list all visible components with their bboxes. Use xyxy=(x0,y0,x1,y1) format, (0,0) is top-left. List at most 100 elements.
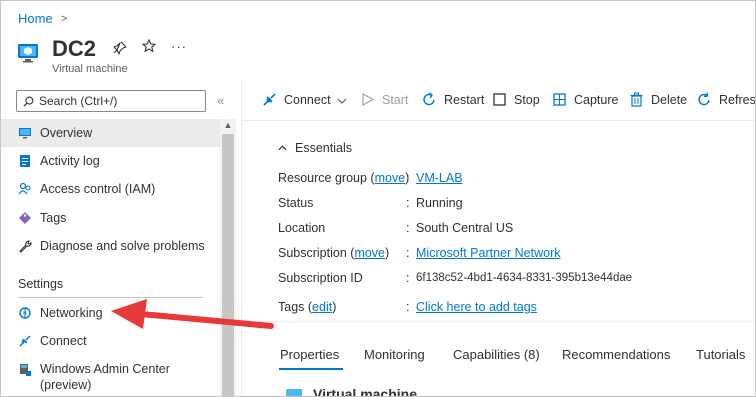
nav-item-label: Networking xyxy=(40,306,103,320)
tab-capabilities[interactable]: Capabilities (8) xyxy=(453,347,540,362)
nav-item-access-control[interactable]: Access control (IAM) xyxy=(1,175,220,203)
breadcrumb-home-link[interactable]: Home xyxy=(18,11,53,26)
connect-label: Connect xyxy=(284,92,331,107)
tab-properties[interactable]: Properties xyxy=(280,347,339,362)
search-input[interactable] xyxy=(39,94,199,108)
capture-button[interactable]: Capture xyxy=(552,92,618,107)
portal-frame: Home > DC2 Virtual machine ··· « Overvie… xyxy=(0,0,756,397)
stop-icon xyxy=(492,92,507,107)
nav-item-networking[interactable]: Networking xyxy=(1,299,220,327)
chevron-down-icon xyxy=(337,93,347,107)
tags-label-text: Tags xyxy=(278,300,305,314)
stop-button[interactable]: Stop xyxy=(492,92,540,107)
subscription-move-link[interactable]: move xyxy=(354,246,385,260)
resource-group-label: Resource group (move) xyxy=(278,171,410,185)
status-label: Status xyxy=(278,196,314,210)
essentials-toggle[interactable]: Essentials xyxy=(278,141,352,155)
delete-button[interactable]: Delete xyxy=(629,92,687,107)
nav-item-label: Activity log xyxy=(40,154,100,168)
subscription-value-link[interactable]: Microsoft Partner Network xyxy=(416,246,560,260)
admin-center-icon xyxy=(18,363,32,377)
start-label: Start xyxy=(382,92,409,107)
page-title: DC2 xyxy=(52,36,97,61)
nav-divider xyxy=(18,297,203,298)
nav-section-settings: Settings xyxy=(18,277,64,291)
tags-edit-link[interactable]: edit xyxy=(312,300,332,314)
refresh-icon xyxy=(697,92,712,107)
wrench-icon xyxy=(18,239,32,253)
nav-scrollbar-thumb[interactable] xyxy=(222,134,234,396)
capture-icon xyxy=(552,92,567,107)
tags-label: Tags (edit) xyxy=(278,300,337,314)
nav-item-label-secondary: (preview) xyxy=(40,378,92,392)
tag-icon xyxy=(18,211,32,225)
start-button[interactable]: Start xyxy=(360,92,408,107)
command-bar: Connect Start Restart Stop Capture Delet… xyxy=(242,81,756,121)
virtual-machine-icon xyxy=(18,44,38,63)
breadcrumb-separator: > xyxy=(60,12,68,25)
stop-label: Stop xyxy=(514,92,540,107)
restart-icon xyxy=(422,92,437,107)
nav-item-label: Tags xyxy=(40,211,67,225)
refresh-label: Refresh xyxy=(719,92,756,107)
nav-item-label: Connect xyxy=(40,334,87,348)
play-icon xyxy=(360,92,375,107)
search-box[interactable] xyxy=(16,90,206,112)
chevron-up-icon xyxy=(278,143,287,154)
restart-button[interactable]: Restart xyxy=(422,92,484,107)
tab-tutorials[interactable]: Tutorials xyxy=(696,347,745,362)
subscription-label-text: Subscription xyxy=(278,246,347,260)
add-tags-link[interactable]: Click here to add tags xyxy=(416,300,537,314)
colon: : xyxy=(406,196,410,210)
nav-item-connect[interactable]: Connect xyxy=(1,327,220,355)
nav-item-label: Overview xyxy=(40,126,93,140)
subscription-id-value: 6f138c52-4bd1-4634-8331-395b13e44dae xyxy=(416,272,633,284)
more-options-button[interactable]: ··· xyxy=(171,39,187,54)
content-divider xyxy=(259,321,755,322)
colon: : xyxy=(406,171,410,185)
pin-icon[interactable] xyxy=(113,41,127,55)
colon: : xyxy=(406,300,410,314)
tab-recommendations[interactable]: Recommendations xyxy=(562,347,670,362)
favorite-star-icon[interactable] xyxy=(142,39,156,53)
connect-icon xyxy=(18,334,32,348)
delete-label: Delete xyxy=(651,92,688,107)
nav-item-activity-log[interactable]: Activity log xyxy=(1,147,220,175)
resource-menu: Overview Activity log Access control (IA… xyxy=(1,119,220,396)
search-icon xyxy=(23,96,34,107)
collapse-menu-button[interactable]: « xyxy=(217,93,224,108)
people-icon xyxy=(18,182,32,196)
page-subtitle: Virtual machine xyxy=(52,63,128,75)
restart-label: Restart xyxy=(444,92,485,107)
section-title: Virtual machine xyxy=(313,386,418,397)
colon: : xyxy=(406,246,410,260)
nav-item-diagnose[interactable]: Diagnose and solve problems xyxy=(1,232,220,260)
monitor-icon xyxy=(18,126,32,140)
activity-log-icon xyxy=(18,154,32,168)
pane-divider xyxy=(241,81,242,396)
refresh-button[interactable]: Refresh xyxy=(697,92,756,107)
capture-label: Capture xyxy=(574,92,619,107)
networking-icon xyxy=(18,306,32,320)
location-value: South Central US xyxy=(416,221,514,235)
colon: : xyxy=(406,221,410,235)
colon: : xyxy=(406,271,410,285)
scroll-up-icon[interactable]: ▲ xyxy=(222,118,234,132)
connect-plug-icon xyxy=(262,92,277,107)
connect-button[interactable]: Connect xyxy=(262,92,347,107)
nav-item-overview[interactable]: Overview xyxy=(1,119,220,147)
tab-monitoring[interactable]: Monitoring xyxy=(364,347,425,362)
nav-item-label: Access control (IAM) xyxy=(40,182,156,196)
active-tab-indicator xyxy=(279,368,343,370)
nav-item-label: Diagnose and solve problems xyxy=(40,239,205,253)
breadcrumb: Home > xyxy=(18,11,67,26)
nav-item-windows-admin-center[interactable]: Windows Admin Center (preview) xyxy=(1,357,220,396)
essentials-title: Essentials xyxy=(295,141,352,155)
resource-group-label-text: Resource group xyxy=(278,171,367,185)
nav-item-label-wrap: Windows Admin Center (preview) xyxy=(40,361,170,393)
trash-icon xyxy=(629,92,644,107)
resource-group-value-link[interactable]: VM-LAB xyxy=(416,171,463,185)
nav-item-tags[interactable]: Tags xyxy=(1,204,220,232)
resource-group-move-link[interactable]: move xyxy=(375,171,406,185)
subscription-id-label: Subscription ID xyxy=(278,271,363,285)
